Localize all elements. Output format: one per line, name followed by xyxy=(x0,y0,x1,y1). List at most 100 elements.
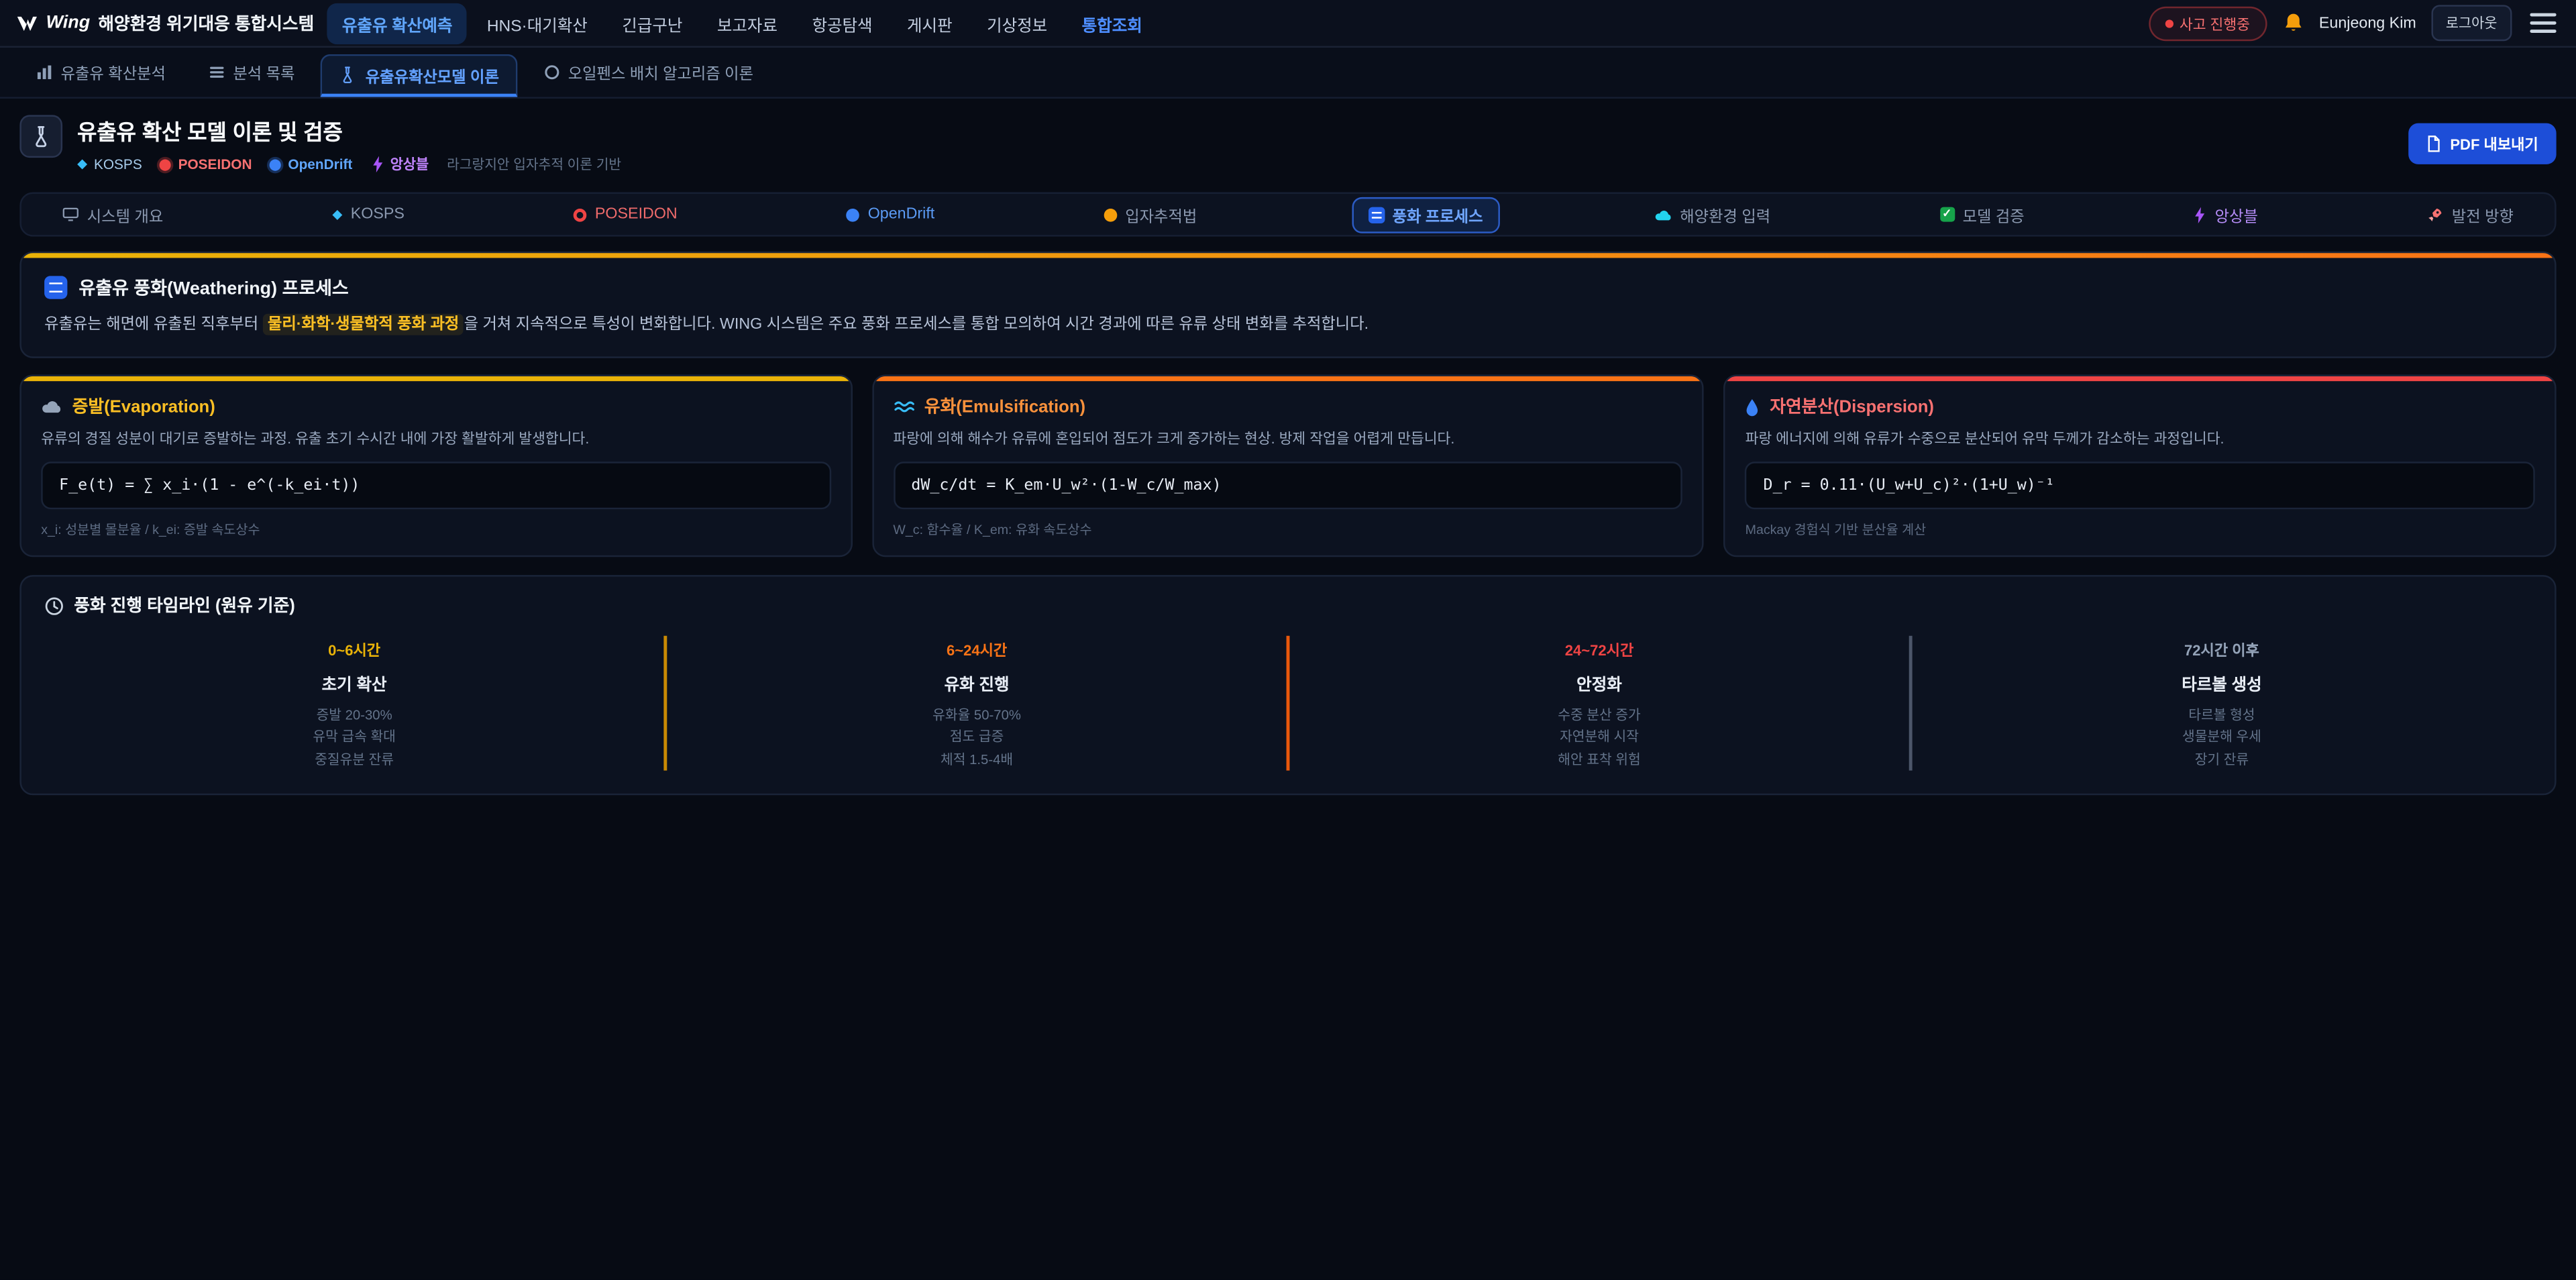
app-logo[interactable]: Wing 해양환경 위기대응 통합시스템 xyxy=(16,11,314,36)
card-emulsification: 유화(Emulsification) 파랑에 의해 해수가 유류에 혼입되어 점… xyxy=(872,375,1705,557)
card-title: 유화(Emulsification) xyxy=(924,394,1085,419)
section-item-poseidon[interactable]: POSEIDON xyxy=(559,201,692,229)
tab-label: 분석 목록 xyxy=(233,61,294,84)
page-titles: 유출유 확산 모델 이론 및 검증 ◆ KOSPS POSEIDON OpenD… xyxy=(77,115,621,174)
model-badge-row: ◆ KOSPS POSEIDON OpenDrift 앙상블 라 xyxy=(77,154,621,174)
nav-item-board[interactable]: 게시판 xyxy=(892,3,967,44)
section-item-kosps[interactable]: ◆ KOSPS xyxy=(317,201,419,229)
page-header: 유출유 확산 모델 이론 및 검증 ◆ KOSPS POSEIDON OpenD… xyxy=(0,99,2576,184)
phase-time: 6~24시간 xyxy=(667,639,1287,661)
tab-label: 유출유 확산분석 xyxy=(61,61,166,84)
tab-diffusion-model-theory[interactable]: 유출유확산모델 이론 xyxy=(321,54,517,97)
flask-icon xyxy=(339,66,358,84)
user-name: Eunjeong Kim xyxy=(2319,14,2416,32)
tab-analysis-list[interactable]: 분석 목록 xyxy=(192,48,311,97)
particle-icon xyxy=(1104,208,1117,221)
logo-text: Wing xyxy=(46,13,91,33)
blue-dot-icon xyxy=(270,158,281,170)
section-item-system-overview[interactable]: 시스템 개요 xyxy=(48,198,178,231)
phase-details: 유화율 50-70% 점도 급증 체적 1.5-4배 xyxy=(667,705,1287,770)
top-nav: Wing 해양환경 위기대응 통합시스템 유출유 확산예측 HNS·대기확산 긴… xyxy=(0,0,2576,48)
dispersion-formula: D_r = 0.11·(U_w+U_c)²·(1+U_w)⁻¹ xyxy=(1746,462,2535,509)
accent-bar xyxy=(21,253,2555,258)
card-description: 유류의 경질 성분이 대기로 증발하는 과정. 유출 초기 수시간 내에 가장 … xyxy=(41,429,830,450)
pdf-export-button[interactable]: PDF 내보내기 xyxy=(2409,123,2556,164)
tab-oil-fence-algorithm-theory[interactable]: 오일펜스 배치 알고리즘 이론 xyxy=(527,48,770,97)
phase-name: 초기 확산 xyxy=(44,670,664,695)
subtitle-note: 라그랑지안 입자추적 이론 기반 xyxy=(447,154,621,174)
incident-status-badge[interactable]: 사고 진행중 xyxy=(2148,6,2266,40)
weathering-icon xyxy=(1368,206,1384,222)
hamburger-menu-button[interactable] xyxy=(2527,10,2560,36)
page-title: 유출유 확산 모델 이론 및 검증 xyxy=(77,115,621,146)
tab-spill-analysis[interactable]: 유출유 확산분석 xyxy=(19,48,182,97)
tab-label: 오일펜스 배치 알고리즘 이론 xyxy=(568,61,753,84)
system-title: 해양환경 위기대응 통합시스템 xyxy=(98,11,314,36)
card-footnote: x_i: 성분별 몰분율 / k_ei: 증발 속도상수 xyxy=(41,521,830,539)
list-icon xyxy=(209,64,225,81)
chart-icon xyxy=(36,64,52,81)
phase-details: 수중 분산 증가 자연분해 시작 해안 표착 위험 xyxy=(1289,705,1909,770)
diamond-icon: ◆ xyxy=(332,208,342,221)
topnav-right: 사고 진행중 Eunjeong Kim 로그아웃 xyxy=(2148,5,2559,41)
section-item-future-direction[interactable]: 발전 방향 xyxy=(2412,198,2528,231)
incident-badge-label: 사고 진행중 xyxy=(2180,12,2250,34)
pdf-doc-icon xyxy=(2427,135,2442,153)
timeline-phase-initial-spread: 0~6시간 초기 확산 증발 20-30% 유막 급속 확대 중질유분 잔류 xyxy=(44,636,664,770)
wing-logo-icon xyxy=(16,14,38,32)
process-cards-row: 증발(Evaporation) 유류의 경질 성분이 대기로 증발하는 과정. … xyxy=(19,375,2556,557)
section-item-marine-environment-input[interactable]: 해양환경 입력 xyxy=(1639,198,1785,231)
nav-item-aerial-search[interactable]: 항공탐색 xyxy=(797,3,887,44)
card-title: 증발(Evaporation) xyxy=(72,394,215,419)
timeline-phase-emulsification: 6~24시간 유화 진행 유화율 50-70% 점도 급증 체적 1.5-4배 xyxy=(667,636,1287,770)
notifications-button[interactable] xyxy=(2282,11,2304,34)
section-item-particle-tracking[interactable]: 입자추적법 xyxy=(1089,198,1212,231)
card-accent-bar xyxy=(21,376,851,381)
weathering-header: 유출유 풍화(Weathering) 프로세스 xyxy=(44,274,2532,301)
card-footnote: W_c: 함수율 / K_em: 유화 속도상수 xyxy=(893,521,1682,539)
card-accent-bar xyxy=(1725,376,2555,381)
incident-dot-icon xyxy=(2165,19,2173,27)
wave-icon xyxy=(893,400,914,415)
evaporation-formula: F_e(t) = ∑ x_i·(1 - e^(-k_ei·t)) xyxy=(41,462,830,509)
timeline-header: 풍화 진행 타임라인 (원유 기준) xyxy=(44,593,2532,618)
phase-time: 0~6시간 xyxy=(44,639,664,661)
phase-name: 안정화 xyxy=(1289,670,1909,695)
ring-icon xyxy=(543,64,559,81)
card-title: 자연분산(Dispersion) xyxy=(1770,394,1934,419)
weathering-title: 유출유 풍화(Weathering) 프로세스 xyxy=(79,274,349,301)
phase-name: 유화 진행 xyxy=(667,670,1287,695)
red-dot-icon xyxy=(160,158,172,170)
sub-tab-bar: 유출유 확산분석 분석 목록 유출유확산모델 이론 오일펜스 배치 알고리즘 이… xyxy=(0,48,2576,99)
main-menu: 유출유 확산예측 HNS·대기확산 긴급구난 보고자료 항공탐색 게시판 기상정… xyxy=(327,3,1157,44)
card-description: 파랑에 의해 해수가 유류에 혼입되어 점도가 크게 증가하는 현상. 방제 작… xyxy=(893,429,1682,450)
clock-icon xyxy=(44,596,64,615)
section-item-opendrift[interactable]: OpenDrift xyxy=(832,201,949,229)
nav-item-report-materials[interactable]: 보고자료 xyxy=(702,3,792,44)
section-item-ensemble[interactable]: 앙상블 xyxy=(2179,198,2273,231)
logout-button[interactable]: 로그아웃 xyxy=(2431,5,2512,41)
weathering-timeline-card: 풍화 진행 타임라인 (원유 기준) 0~6시간 초기 확산 증발 20-30%… xyxy=(19,575,2556,795)
droplet-icon xyxy=(1746,397,1760,417)
phase-name: 타르볼 생성 xyxy=(1912,670,2532,695)
nav-item-oil-spill-prediction[interactable]: 유출유 확산예측 xyxy=(327,3,468,44)
badge-kosps: ◆ KOSPS xyxy=(77,156,142,172)
globe-icon xyxy=(847,208,860,221)
timeline-grid: 0~6시간 초기 확산 증발 20-30% 유막 급속 확대 중질유분 잔류 6… xyxy=(44,636,2532,770)
nav-item-hns-atmospheric[interactable]: HNS·대기확산 xyxy=(472,3,602,44)
cloud-icon xyxy=(41,400,62,415)
app-root: Wing 해양환경 위기대응 통합시스템 유출유 확산예측 HNS·대기확산 긴… xyxy=(0,0,2576,1280)
nav-item-emergency-rescue[interactable]: 긴급구난 xyxy=(607,3,697,44)
section-item-model-validation[interactable]: ✓ 모델 검증 xyxy=(1925,198,2039,231)
bolt-icon xyxy=(370,156,384,172)
section-nav: 시스템 개요 ◆ KOSPS POSEIDON OpenDrift 입자추적법 … xyxy=(19,193,2556,237)
nav-item-weather-info[interactable]: 기상정보 xyxy=(972,3,1062,44)
weathering-overview-card: 유출유 풍화(Weathering) 프로세스 유출유는 해면에 유출된 직후부… xyxy=(19,252,2556,359)
check-icon: ✓ xyxy=(1939,207,1954,222)
phase-time: 72시간 이후 xyxy=(1912,639,2532,661)
timeline-phase-tarball: 72시간 이후 타르볼 생성 타르볼 형성 생물분해 우세 장기 잔류 xyxy=(1912,636,2532,770)
nav-item-integrated-search[interactable]: 통합조회 xyxy=(1067,3,1157,44)
weathering-section-icon xyxy=(44,276,67,299)
badge-ensemble: 앙상블 xyxy=(370,154,429,174)
section-item-weathering-process[interactable]: 풍화 프로세스 xyxy=(1351,197,1499,233)
